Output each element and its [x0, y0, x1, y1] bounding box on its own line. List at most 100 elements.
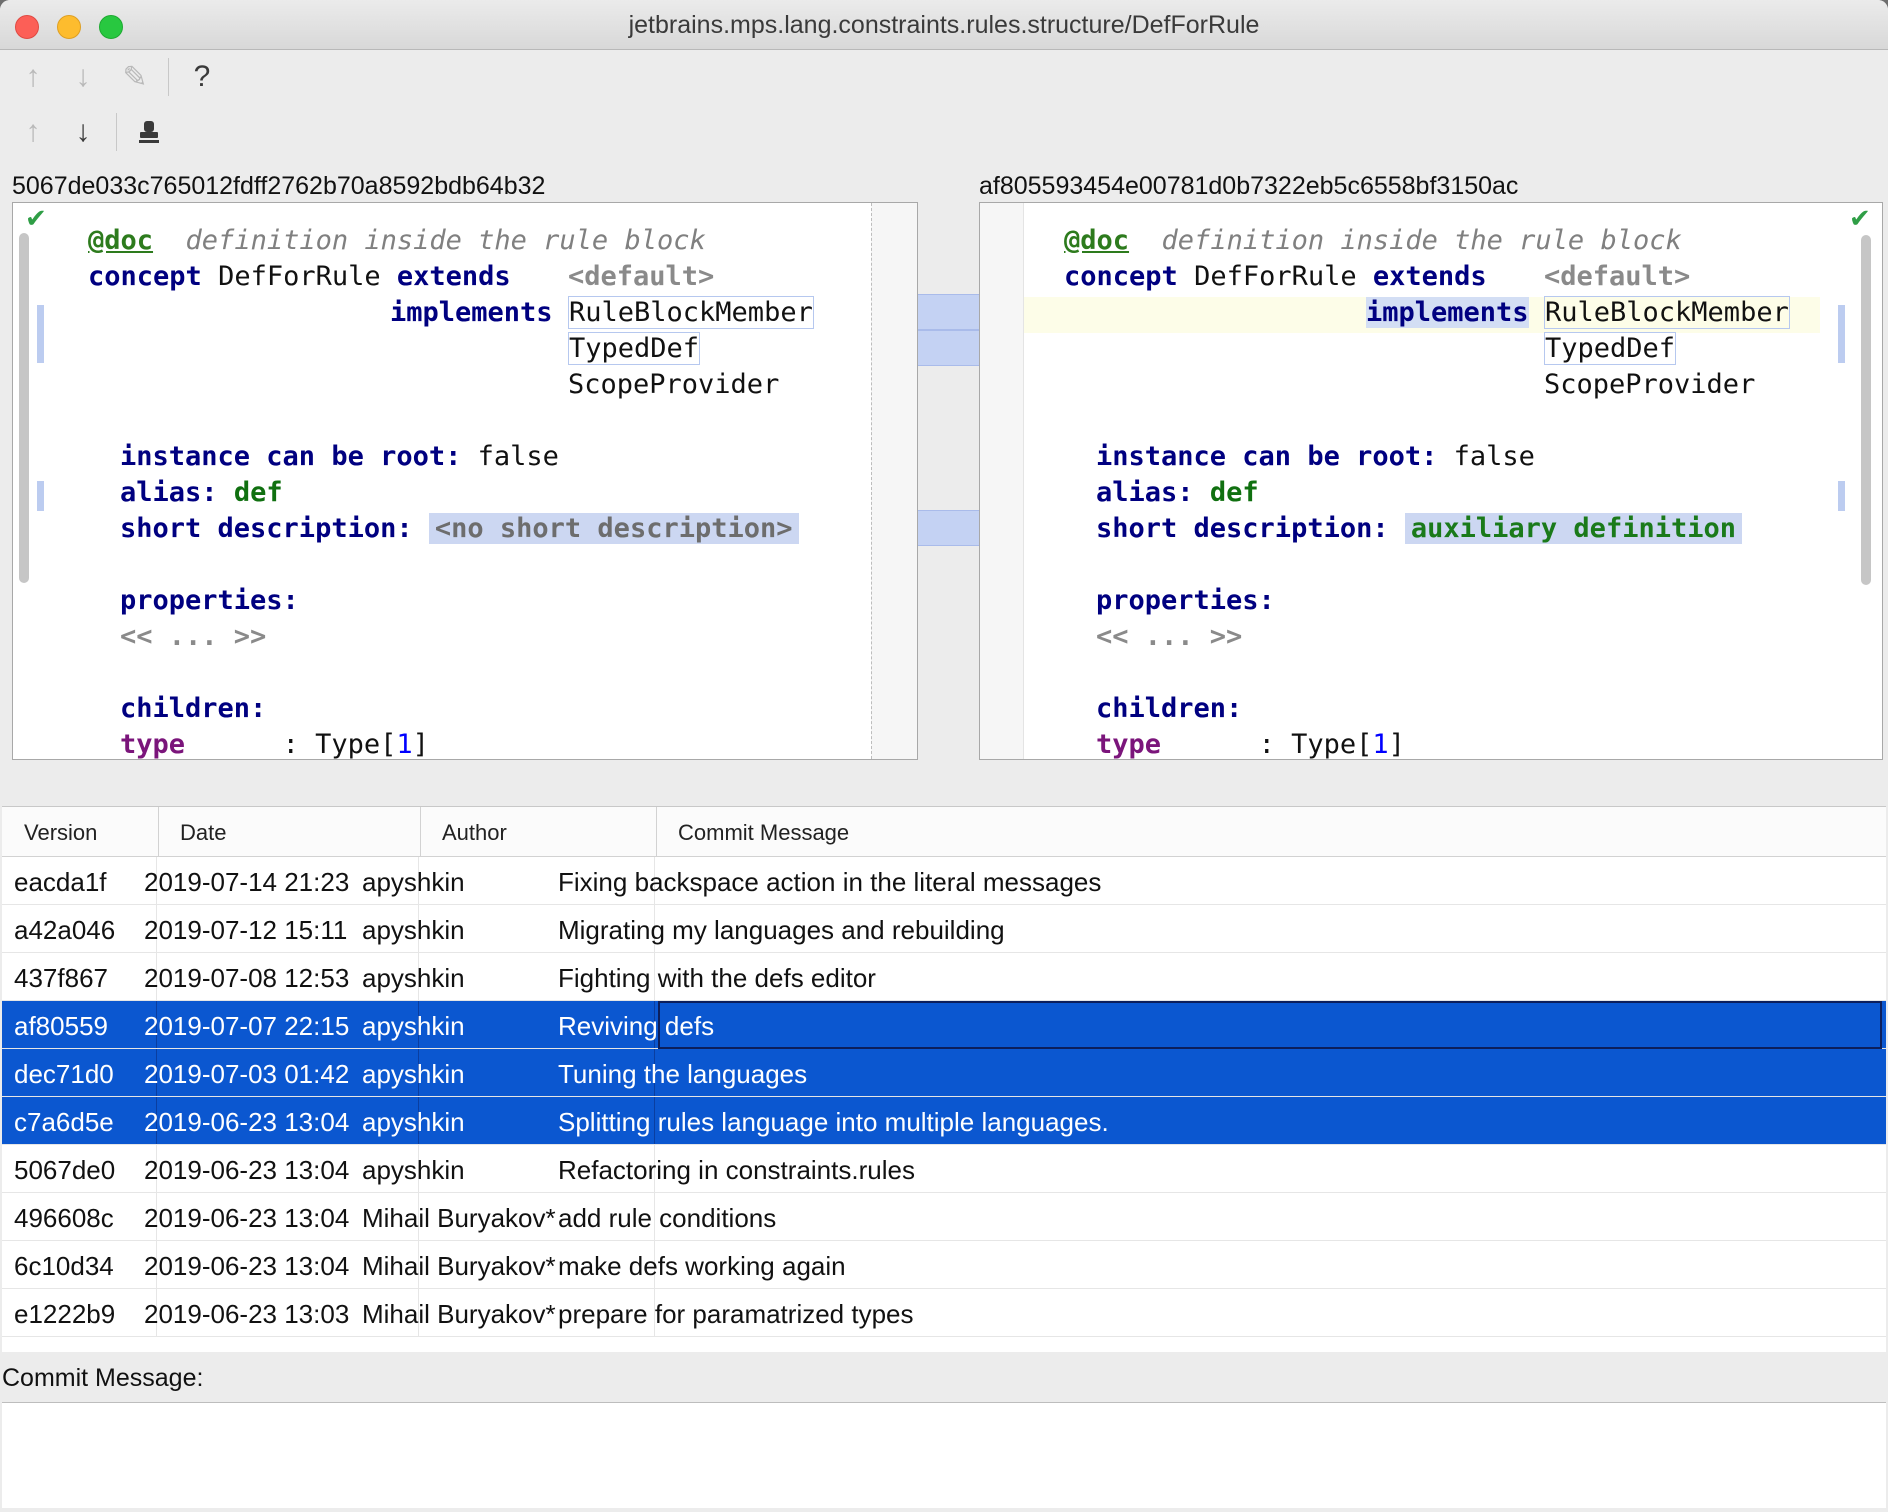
right-editor-scrollbar[interactable] — [1861, 235, 1871, 585]
table-row[interactable]: 5067de0 2019-06-23 13:04 apyshkin Refactori… — [2, 1145, 1886, 1193]
cell-date: 2019-06-23 13:04 — [144, 1203, 350, 1233]
left-editor-gutter — [871, 203, 917, 759]
table-row[interactable]: 496608c 2019-06-23 13:04 Mihail Buryakov* a… — [2, 1193, 1886, 1241]
cell-author: Mihail Buryakov* — [362, 1203, 556, 1233]
code-impl-typed-def[interactable]: TypedDef — [1544, 331, 1677, 367]
cell-author: apyshkin — [362, 867, 465, 897]
arrow-down-icon: ↓ — [75, 60, 91, 93]
right-editor-gutter — [980, 203, 1024, 759]
left-editor-scrollbar[interactable] — [19, 233, 29, 583]
cell-author: Mihail Buryakov* — [362, 1299, 556, 1329]
cell-date: 2019-07-03 01:42 — [144, 1059, 350, 1089]
right-editor[interactable]: ✔ @doc definition inside the rule block … — [979, 202, 1883, 760]
column-divider[interactable] — [656, 807, 657, 857]
next-revision-button[interactable]: ↓ — [63, 112, 103, 152]
code-impl-rule-block-member[interactable]: RuleBlockMember — [1544, 295, 1790, 331]
left-editor[interactable]: ✔ @doc definition inside the rule block … — [12, 202, 918, 760]
table-row[interactable]: af80559 2019-07-07 22:15 apyshkin Reviving … — [2, 1001, 1886, 1049]
cell-commit-message: Fighting with the defs editor — [558, 963, 876, 993]
previous-revision-button[interactable]: ↑ — [13, 112, 53, 152]
table-row[interactable]: 437f867 2019-07-08 12:53 apyshkin Fighting … — [2, 953, 1886, 1001]
checkmark-icon: ✔ — [1849, 203, 1871, 233]
code-line-concept: concept DefForRule extends — [88, 261, 511, 292]
arrow-up-icon: ↑ — [25, 60, 41, 93]
table-row[interactable] — [2, 1337, 1886, 1352]
code-line-root: instance can be root: false — [120, 441, 559, 472]
cell-commit-message: Fixing backspace action in the literal m… — [558, 867, 1102, 897]
code-implements-keyword: implements — [390, 297, 553, 328]
code-impl-typed-def[interactable]: TypedDef — [568, 331, 701, 367]
code-line-properties: properties: — [1096, 585, 1275, 616]
cell-commit-message: Tuning the languages — [558, 1059, 808, 1089]
cell-date: 2019-07-12 15:11 — [144, 915, 348, 945]
column-header-author[interactable]: Author — [442, 820, 507, 846]
cell-version: a42a046 — [14, 915, 116, 945]
previous-difference-button[interactable]: ↑ — [13, 57, 53, 97]
next-difference-button[interactable]: ↓ — [63, 57, 103, 97]
column-divider[interactable] — [420, 807, 421, 857]
diff-window: jetbrains.mps.lang.constraints.rules.str… — [0, 0, 1888, 1512]
left-revision-hash: 5067de033c765012fdff2762b70a8592bdb64b32 — [12, 172, 546, 200]
table-row[interactable]: eacda1f 2019-07-14 21:23 apyshkin Fixing ba… — [2, 857, 1886, 905]
table-row[interactable]: dec71d0 2019-07-03 01:42 apyshkin Tuning th… — [2, 1049, 1886, 1097]
code-line-children: children: — [120, 693, 267, 724]
cell-author: Mihail Buryakov* — [362, 1251, 556, 1281]
commit-message-field[interactable] — [2, 1402, 1886, 1508]
table-row[interactable]: e1222b9 2019-06-23 13:03 Mihail Buryakov* p… — [2, 1289, 1886, 1337]
cell-author: apyshkin — [362, 1107, 465, 1137]
cell-version: 6c10d34 — [14, 1251, 114, 1281]
code-impl-scope-provider[interactable]: ScopeProvider — [568, 367, 779, 403]
revisions-table[interactable]: Version Date Author Commit Message eacda… — [2, 806, 1886, 1352]
commit-message-label: Commit Message: — [2, 1364, 204, 1392]
table-header: Version Date Author Commit Message — [2, 807, 1886, 857]
column-header-version[interactable]: Version — [24, 820, 97, 846]
code-line-alias: alias: def — [120, 477, 283, 508]
toolbar-separator — [116, 113, 117, 151]
cell-author: apyshkin — [362, 1011, 465, 1041]
code-line-properties: properties: — [120, 585, 299, 616]
edit-button[interactable]: ✎ — [115, 57, 155, 97]
code-impl-scope-provider[interactable]: ScopeProvider — [1544, 367, 1755, 403]
cell-date: 2019-07-14 21:23 — [144, 867, 350, 897]
cell-date: 2019-06-23 13:04 — [144, 1251, 350, 1281]
change-marker — [1838, 481, 1845, 511]
code-line-properties-collapsed[interactable]: << ... >> — [1096, 619, 1242, 655]
cell-author: apyshkin — [362, 1059, 465, 1089]
stamp-icon — [139, 121, 159, 143]
code-default: <default> — [1544, 261, 1691, 292]
cell-version: dec71d0 — [14, 1059, 114, 1089]
help-button[interactable]: ? — [182, 57, 222, 97]
help-icon: ? — [193, 60, 211, 93]
column-divider[interactable] — [158, 807, 159, 857]
code-implements-keyword: implements — [1366, 297, 1529, 328]
cell-date: 2019-07-08 12:53 — [144, 963, 350, 993]
cell-commit-message: Splitting rules language into multiple l… — [558, 1107, 1109, 1137]
diff-connector — [918, 294, 979, 330]
arrow-down-icon: ↓ — [75, 115, 91, 148]
pencil-icon: ✎ — [122, 60, 148, 94]
table-row[interactable]: 6c10d34 2019-06-23 13:04 Mihail Buryakov* m… — [2, 1241, 1886, 1289]
code-line-short-description: short description: auxiliary definition — [1096, 511, 1742, 547]
code-line-properties-collapsed[interactable]: << ... >> — [120, 619, 266, 655]
cell-version: 5067de0 — [14, 1155, 116, 1185]
code-impl-rule-block-member[interactable]: RuleBlockMember — [568, 295, 814, 331]
cell-commit-message: Refactoring in constraints.rules — [558, 1155, 915, 1185]
cell-commit-message: make defs working again — [558, 1251, 846, 1281]
column-header-date[interactable]: Date — [180, 820, 226, 846]
cell-commit-message: Migrating my languages and rebuilding — [558, 915, 1005, 945]
table-row[interactable]: a42a046 2019-07-12 15:11 apyshkin Migrating… — [2, 905, 1886, 953]
cell-commit-message: add rule conditions — [558, 1203, 777, 1233]
cell-version: c7a6d5e — [14, 1107, 114, 1137]
cell-version: e1222b9 — [14, 1299, 116, 1329]
cell-author: apyshkin — [362, 915, 465, 945]
code-default: <default> — [568, 261, 715, 292]
window-title: jetbrains.mps.lang.constraints.rules.str… — [628, 11, 1260, 39]
table-row[interactable]: c7a6d5e 2019-06-23 13:04 apyshkin Splitting… — [2, 1097, 1886, 1145]
right-revision-hash: af805593454e00781d0b7322eb5c6558bf3150ac — [979, 172, 1519, 200]
cell-date: 2019-06-23 13:03 — [144, 1299, 350, 1329]
cell-author: apyshkin — [362, 1155, 465, 1185]
change-marker — [37, 481, 44, 511]
code-line-concept: concept DefForRule extends — [1064, 261, 1487, 292]
column-header-commit-message[interactable]: Commit Message — [678, 820, 849, 846]
annotate-button[interactable] — [129, 112, 169, 152]
